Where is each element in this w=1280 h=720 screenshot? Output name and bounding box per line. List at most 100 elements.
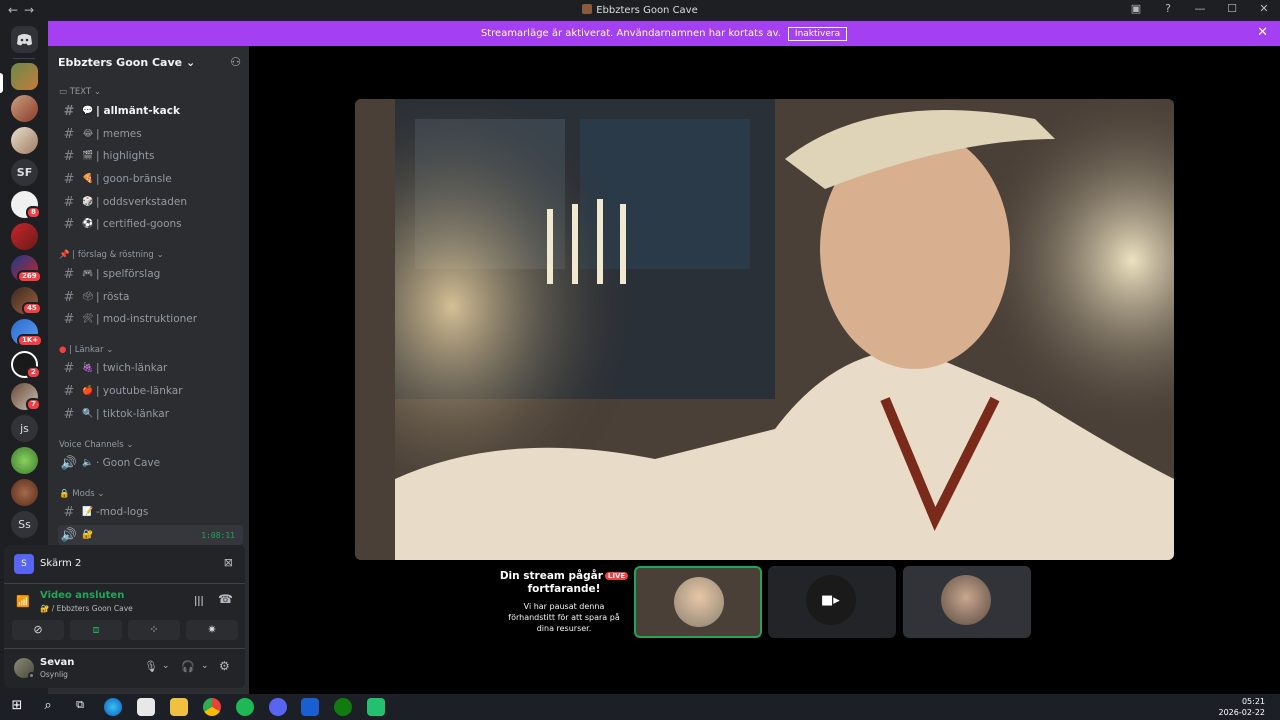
- speaker-icon: 🔊: [60, 527, 78, 543]
- channel-label: | youtube-länkar: [96, 385, 183, 397]
- store-icon[interactable]: [137, 698, 155, 716]
- category-lankar[interactable]: ● | Länkar ⌄: [59, 345, 113, 355]
- laugh-icon: 😂: [82, 129, 94, 139]
- soundboard-button[interactable]: ✷: [186, 620, 238, 640]
- inbox-icon[interactable]: ▣: [1120, 2, 1152, 15]
- help-icon[interactable]: ?: [1152, 2, 1184, 15]
- avatar: [674, 577, 724, 627]
- camera-off-button[interactable]: ⊘: [12, 620, 64, 640]
- disable-streamer-mode-button[interactable]: Inaktivera: [787, 26, 848, 41]
- channel-spelforslag[interactable]: # 🎮 | spelförslag: [58, 264, 243, 284]
- participant-tile-3[interactable]: [903, 566, 1031, 638]
- grapes-icon: 🍇: [82, 363, 94, 373]
- memo-icon: 📝: [82, 507, 94, 517]
- channel-label: | mod-instruktioner: [96, 313, 198, 325]
- gear-icon[interactable]: ⚙: [219, 659, 230, 673]
- close-icon[interactable]: ✕: [1257, 25, 1268, 40]
- microphone-icon[interactable]: 🎙: [144, 660, 158, 673]
- server-icon: [582, 4, 593, 14]
- noise-suppression-icon[interactable]: ǀǀǀ: [194, 594, 204, 607]
- channel-mod-instruktioner[interactable]: # 🛠 | mod-instruktioner: [58, 309, 243, 329]
- channel-certified-goons[interactable]: # ⚽ | certified-goons: [58, 214, 243, 234]
- chevron-down-icon[interactable]: ⌄: [162, 661, 170, 671]
- hash-icon: #: [63, 194, 75, 210]
- server-ebbzters[interactable]: [11, 63, 38, 90]
- file-explorer-icon[interactable]: [170, 698, 188, 716]
- server-ss[interactable]: Ss: [11, 511, 38, 538]
- maximize-icon[interactable]: ☐: [1216, 2, 1248, 15]
- search-icon[interactable]: ⌕: [39, 698, 57, 716]
- category-text[interactable]: ▭ TEXT ⌄: [59, 87, 101, 97]
- window-title: Ebbzters Goon Cave: [0, 4, 1280, 16]
- disconnect-icon[interactable]: ☎: [218, 592, 233, 606]
- activities-button[interactable]: ⁘: [128, 620, 180, 640]
- banner-text: Streamarläge är aktiverat. Användarnamne…: [480, 28, 781, 39]
- channel-label: | certified-goons: [96, 218, 182, 230]
- close-window-icon[interactable]: ✕: [1248, 2, 1280, 15]
- category-voice[interactable]: Voice Channels ⌄: [59, 440, 133, 450]
- xbox-icon[interactable]: [334, 698, 352, 716]
- screen-share-button[interactable]: ⧈: [70, 620, 122, 640]
- minimize-icon[interactable]: —: [1184, 2, 1216, 15]
- server-header[interactable]: Ebbzters Goon Cave ⌄ ⚇: [48, 46, 249, 78]
- channel-allmant-kack[interactable]: # 💬 | allmänt-kack: [58, 101, 243, 121]
- signal-icon[interactable]: 📶: [16, 595, 30, 608]
- clock[interactable]: 05:21 2026-02-22: [1219, 696, 1266, 718]
- windows-start-icon[interactable]: ⊞: [8, 698, 26, 716]
- server-js[interactable]: js: [11, 415, 38, 442]
- server-sf[interactable]: SF: [11, 159, 38, 186]
- pizza-icon: 🍕: [82, 174, 94, 184]
- channel-label: -mod-logs: [96, 506, 149, 518]
- category-forslag[interactable]: 📌 | förslag & röstning ⌄: [59, 250, 164, 260]
- channel-memes[interactable]: # 😂 | memes: [58, 124, 243, 144]
- stop-stream-icon[interactable]: ⊠: [224, 556, 233, 569]
- channel-label: · Goon Cave: [96, 457, 161, 469]
- speaker-icon: 🔊: [60, 455, 78, 471]
- camera-off-icon: ⊘: [33, 623, 43, 636]
- channel-rosta[interactable]: # 🗳 | rösta: [58, 287, 243, 307]
- server-avatar-3[interactable]: [11, 127, 38, 154]
- voice-channel-goon-cave[interactable]: 🔊 🔈 · Goon Cave: [58, 453, 243, 473]
- hash-icon: #: [63, 360, 75, 376]
- connection-channel[interactable]: 🔐 / Ebbzters Goon Cave: [40, 604, 133, 613]
- channel-twich-lankar[interactable]: # 🍇 | twich-länkar: [58, 358, 243, 378]
- active-voice-channel[interactable]: 🔊 🔐 1:08:11: [58, 525, 243, 545]
- red-circle-icon: ●: [59, 345, 67, 355]
- task-view-icon[interactable]: ⧉: [71, 698, 89, 716]
- category-mods[interactable]: 🔒 Mods ⌄: [59, 489, 104, 499]
- stream-stage: Din stream pågår LIVE fortfarande! Vi har…: [249, 46, 1280, 694]
- channel-label: | memes: [96, 128, 142, 140]
- connection-status[interactable]: Video ansluten: [40, 590, 124, 601]
- edge-icon[interactable]: [104, 698, 122, 716]
- channel-youtube-lankar[interactable]: # 🍎 | youtube-länkar: [58, 381, 243, 401]
- gamepad-icon: 🎮: [82, 269, 94, 279]
- channel-highlights[interactable]: # 🎬 | highlights: [58, 146, 243, 166]
- badge: 8: [26, 206, 41, 219]
- channel-goon-bransle[interactable]: # 🍕 | goon-bränsle: [58, 169, 243, 189]
- participant-tile-1[interactable]: [634, 566, 762, 638]
- channel-label: | spelförslag: [96, 268, 161, 280]
- football-icon: ⚽: [82, 219, 94, 229]
- server-avatar-6[interactable]: [11, 223, 38, 250]
- channel-mod-logs[interactable]: # 📝 -mod-logs: [58, 502, 243, 522]
- app-icon[interactable]: [367, 698, 385, 716]
- discord-icon[interactable]: [269, 698, 287, 716]
- discord-home-icon[interactable]: [11, 26, 38, 53]
- add-user-icon[interactable]: ⚇: [230, 55, 241, 69]
- headphones-icon[interactable]: 🎧: [181, 660, 195, 673]
- participant-tile-2[interactable]: ■▸: [768, 566, 896, 638]
- avatar: [941, 575, 991, 625]
- chrome-icon[interactable]: [203, 698, 221, 716]
- video-frame-image: [355, 99, 1174, 560]
- channel-tiktok-lankar[interactable]: # 🔍 | tiktok-länkar: [58, 404, 243, 424]
- spotify-icon[interactable]: [236, 698, 254, 716]
- chevron-down-icon[interactable]: ⌄: [201, 661, 209, 671]
- dice-icon: 🎲: [82, 197, 94, 207]
- server-avatar-2[interactable]: [11, 95, 38, 122]
- server-avatar-14[interactable]: [11, 479, 38, 506]
- battlenet-icon[interactable]: [301, 698, 319, 716]
- channel-oddsverkstaden[interactable]: # 🎲 | oddsverkstaden: [58, 192, 243, 212]
- user-name[interactable]: Sevan: [40, 657, 74, 668]
- server-avatar-13[interactable]: [11, 447, 38, 474]
- stream-video[interactable]: [355, 99, 1174, 560]
